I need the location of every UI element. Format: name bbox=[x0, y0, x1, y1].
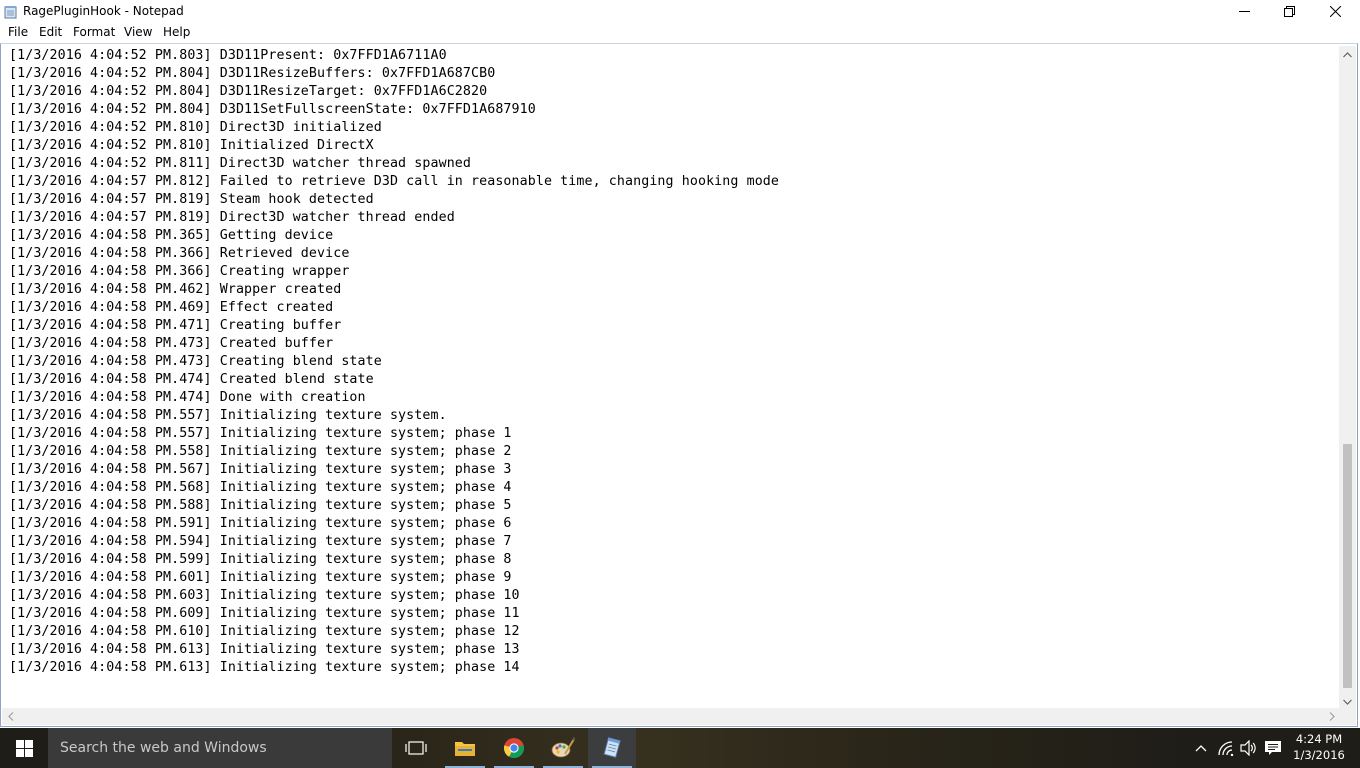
paint-icon bbox=[551, 737, 575, 758]
task-view-button[interactable] bbox=[392, 728, 440, 768]
scroll-up-button[interactable] bbox=[1339, 46, 1356, 63]
text-line: [1/3/2016 4:04:52 PM.803] D3D11Present: … bbox=[9, 48, 447, 63]
show-hidden-icons-button[interactable] bbox=[1191, 738, 1211, 758]
text-line: [1/3/2016 4:04:57 PM.819] Steam hook det… bbox=[9, 192, 374, 207]
restore-icon bbox=[1283, 5, 1295, 17]
text-line: [1/3/2016 4:04:57 PM.812] Failed to retr… bbox=[9, 174, 780, 189]
notepad-app-icon[interactable] bbox=[4, 4, 17, 19]
minimize-icon bbox=[1238, 10, 1250, 12]
window-title: RagePluginHook - Notepad bbox=[23, 4, 184, 18]
text-line: [1/3/2016 4:04:58 PM.613] Initializing t… bbox=[9, 660, 520, 675]
text-line: [1/3/2016 4:04:58 PM.474] Done with crea… bbox=[9, 390, 366, 405]
text-line: [1/3/2016 4:04:58 PM.594] Initializing t… bbox=[9, 534, 512, 549]
text-line: [1/3/2016 4:04:58 PM.557] Initializing t… bbox=[9, 408, 447, 423]
menu-bar: File Edit Format View Help bbox=[0, 23, 1360, 43]
text-line: [1/3/2016 4:04:58 PM.599] Initializing t… bbox=[9, 552, 512, 567]
minimize-button[interactable] bbox=[1221, 0, 1267, 22]
text-line: [1/3/2016 4:04:58 PM.601] Initializing t… bbox=[9, 570, 512, 585]
text-line: [1/3/2016 4:04:58 PM.603] Initializing t… bbox=[9, 588, 520, 603]
text-line: [1/3/2016 4:04:58 PM.473] Created buffer bbox=[9, 336, 334, 351]
menu-format[interactable]: Format bbox=[73, 25, 115, 39]
folder-icon bbox=[455, 742, 475, 756]
text-line: [1/3/2016 4:04:57 PM.819] Direct3D watch… bbox=[9, 210, 455, 225]
taskbar: Search the web and Windows 4:24 PM 1/3/2… bbox=[0, 728, 1360, 768]
menu-file[interactable]: File bbox=[8, 25, 28, 39]
chevron-down-icon bbox=[1343, 699, 1352, 705]
text-line: [1/3/2016 4:04:58 PM.473] Creating blend… bbox=[9, 354, 382, 369]
text-line: [1/3/2016 4:04:58 PM.609] Initializing t… bbox=[9, 606, 520, 621]
text-line: [1/3/2016 4:04:52 PM.810] Direct3D initi… bbox=[9, 120, 382, 135]
chrome-icon bbox=[503, 738, 525, 759]
text-line: [1/3/2016 4:04:58 PM.568] Initializing t… bbox=[9, 480, 512, 495]
text-line: [1/3/2016 4:04:58 PM.557] Initializing t… bbox=[9, 426, 512, 441]
horizontal-scrollbar[interactable] bbox=[2, 708, 1340, 725]
scroll-left-button[interactable] bbox=[2, 708, 19, 725]
clock-time: 4:24 PM bbox=[1295, 732, 1343, 746]
close-icon bbox=[1329, 5, 1341, 17]
text-line: [1/3/2016 4:04:58 PM.471] Creating buffe… bbox=[9, 318, 342, 333]
taskbar-notepad[interactable] bbox=[588, 728, 636, 768]
text-line: [1/3/2016 4:04:58 PM.567] Initializing t… bbox=[9, 462, 512, 477]
notepad-window: RagePluginHook - Notepad File Edit Forma… bbox=[0, 0, 1360, 728]
vertical-scroll-thumb[interactable] bbox=[1343, 444, 1352, 688]
document-text[interactable]: [1/3/2016 4:04:52 PM.803] D3D11Present: … bbox=[9, 47, 1339, 709]
taskbar-chrome[interactable] bbox=[490, 728, 538, 768]
text-editor[interactable]: [1/3/2016 4:04:52 PM.803] D3D11Present: … bbox=[0, 43, 1358, 727]
text-line: [1/3/2016 4:04:58 PM.462] Wrapper create… bbox=[9, 282, 342, 297]
text-line: [1/3/2016 4:04:58 PM.474] Created blend … bbox=[9, 372, 374, 387]
menu-edit[interactable]: Edit bbox=[39, 25, 62, 39]
restore-button[interactable] bbox=[1266, 0, 1312, 22]
task-view-icon bbox=[405, 741, 427, 755]
text-line: [1/3/2016 4:04:58 PM.558] Initializing t… bbox=[9, 444, 512, 459]
text-line: [1/3/2016 4:04:58 PM.591] Initializing t… bbox=[9, 516, 512, 531]
clock-date: 1/3/2016 bbox=[1293, 748, 1345, 762]
text-line: [1/3/2016 4:04:52 PM.804] D3D11ResizeBuf… bbox=[9, 66, 496, 81]
chevron-up-icon bbox=[1343, 51, 1352, 57]
chevron-up-icon bbox=[1195, 745, 1207, 752]
text-line: [1/3/2016 4:04:52 PM.804] D3D11SetFullsc… bbox=[9, 102, 536, 117]
chevron-left-icon bbox=[7, 712, 13, 721]
text-line: [1/3/2016 4:04:58 PM.610] Initializing t… bbox=[9, 624, 520, 639]
title-bar[interactable]: RagePluginHook - Notepad bbox=[0, 0, 1360, 22]
network-button[interactable] bbox=[1216, 738, 1236, 758]
speaker-icon bbox=[1240, 740, 1256, 756]
text-line: [1/3/2016 4:04:52 PM.811] Direct3D watch… bbox=[9, 156, 472, 171]
text-line: [1/3/2016 4:04:58 PM.613] Initializing t… bbox=[9, 642, 520, 657]
system-clock[interactable]: 4:24 PM 1/3/2016 bbox=[1288, 731, 1350, 763]
text-line: [1/3/2016 4:04:58 PM.588] Initializing t… bbox=[9, 498, 512, 513]
menu-help[interactable]: Help bbox=[163, 25, 190, 39]
scroll-right-button[interactable] bbox=[1323, 708, 1340, 725]
wifi-icon bbox=[1218, 741, 1234, 756]
taskbar-paint[interactable] bbox=[539, 728, 587, 768]
action-center-button[interactable] bbox=[1263, 738, 1283, 758]
notepad-icon bbox=[603, 737, 621, 758]
notification-icon bbox=[1265, 741, 1281, 755]
close-button[interactable] bbox=[1312, 0, 1358, 22]
windows-logo-icon bbox=[15, 739, 33, 757]
menu-view[interactable]: View bbox=[124, 25, 152, 39]
start-button[interactable] bbox=[0, 728, 48, 768]
text-line: [1/3/2016 4:04:52 PM.804] D3D11ResizeTar… bbox=[9, 84, 488, 99]
vertical-scrollbar[interactable] bbox=[1339, 46, 1356, 710]
text-line: [1/3/2016 4:04:58 PM.366] Creating wrapp… bbox=[9, 264, 350, 279]
chevron-right-icon bbox=[1329, 712, 1335, 721]
search-placeholder: Search the web and Windows bbox=[60, 740, 267, 756]
text-line: [1/3/2016 4:04:52 PM.810] Initialized Di… bbox=[9, 138, 374, 153]
text-line: [1/3/2016 4:04:58 PM.365] Getting device bbox=[9, 228, 334, 243]
search-box[interactable]: Search the web and Windows bbox=[48, 728, 392, 768]
taskbar-file-explorer[interactable] bbox=[441, 728, 489, 768]
text-line: [1/3/2016 4:04:58 PM.366] Retrieved devi… bbox=[9, 246, 350, 261]
volume-button[interactable] bbox=[1239, 738, 1259, 758]
scrollbar-corner bbox=[1339, 708, 1356, 725]
text-line: [1/3/2016 4:04:58 PM.469] Effect created bbox=[9, 300, 334, 315]
